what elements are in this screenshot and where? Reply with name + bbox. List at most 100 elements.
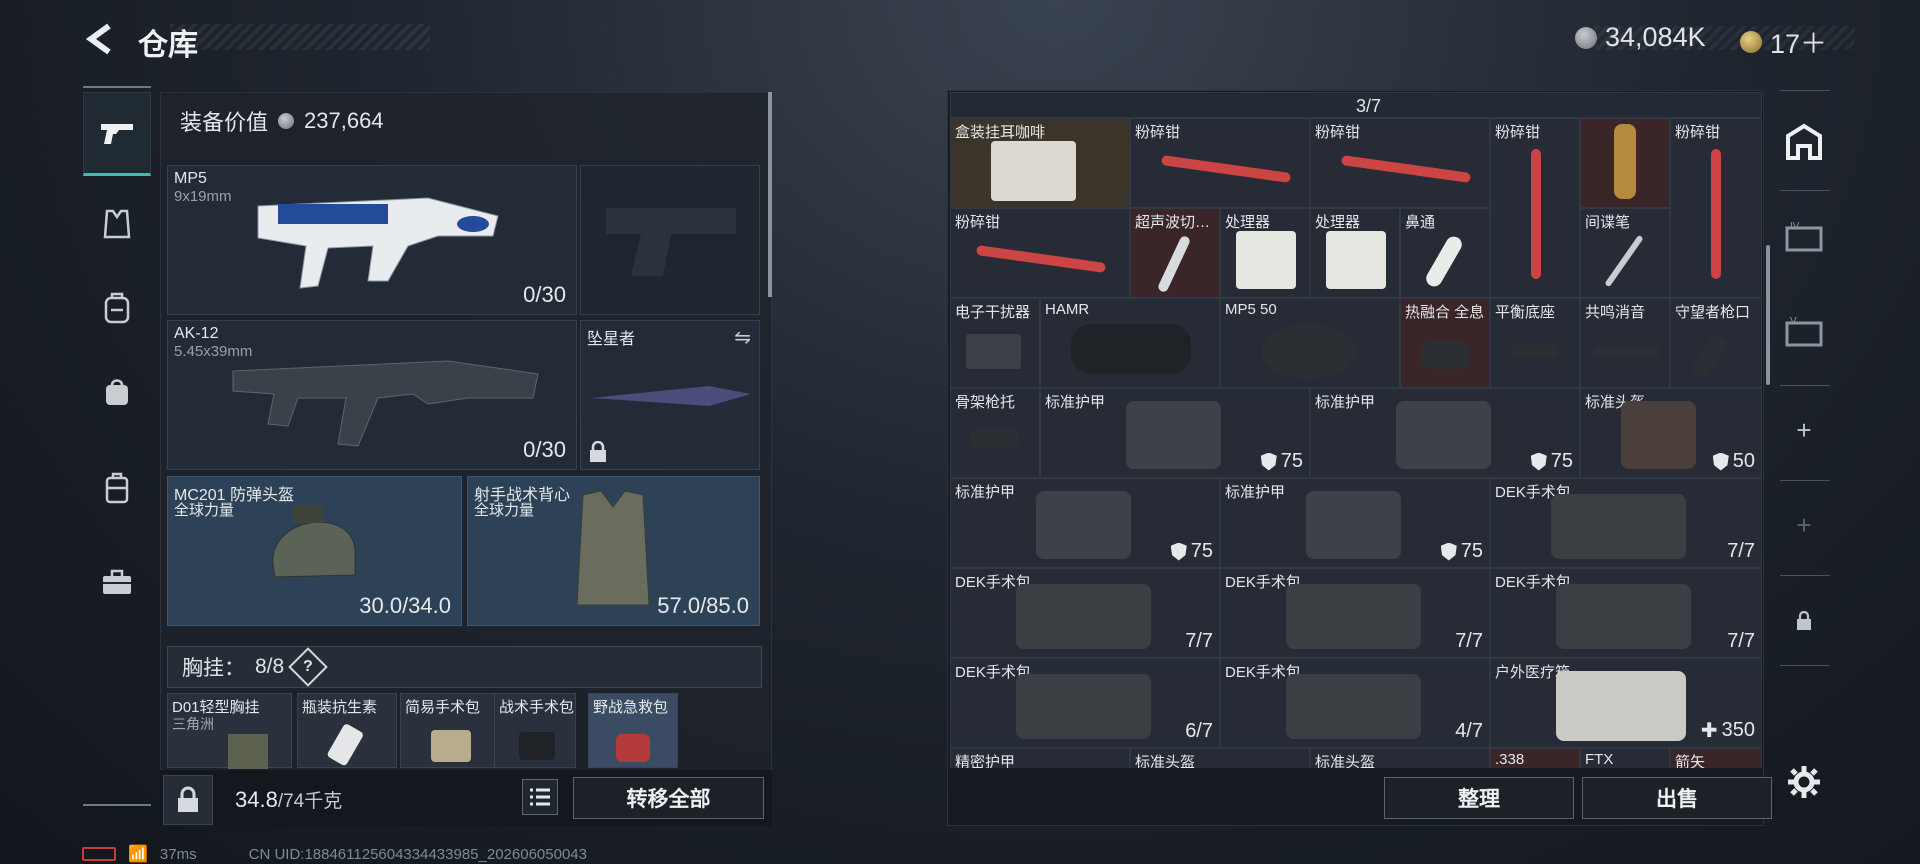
loadout-scrollbar[interactable] [768, 92, 772, 297]
item-hamr[interactable]: HAMR [1040, 298, 1220, 388]
item-standard-armor-1[interactable]: 标准护甲 75 [1040, 388, 1310, 478]
vest-faction: 全球力量 [474, 502, 535, 519]
list-view-button[interactable] [522, 779, 558, 815]
pistol-slot-empty[interactable] [580, 165, 760, 315]
rig-item-tactical-surgery-kit[interactable]: 战术手术包 [494, 693, 576, 768]
dek-kit-image [1551, 494, 1686, 559]
back-button[interactable] [80, 18, 120, 60]
item-name: 骨架枪托 [955, 394, 1016, 411]
item-dek-kit-4[interactable]: DEK手术包 7/7 [1490, 568, 1762, 658]
item-name: 热融合 全息 [1405, 304, 1485, 321]
settings-gear-icon[interactable] [1782, 760, 1826, 804]
item-crusher-5[interactable]: 粉碎钳 [950, 208, 1130, 298]
item-jammer[interactable]: 电子干扰器 [950, 298, 1040, 388]
item-crusher-2[interactable]: 粉碎钳 [1310, 118, 1490, 208]
status-bar: 📶 37ms CN UID:18846112560433443398​5_202… [82, 844, 587, 864]
item-standard-helmet-2[interactable]: 标准头盔 [1130, 748, 1310, 768]
item-crusher-4[interactable]: 粉碎钳 [1670, 118, 1762, 298]
item-balance-base[interactable]: 平衡底座 [1490, 298, 1580, 388]
item-outdoor-medkit[interactable]: 户外医疗箱 ✚ 350 [1490, 658, 1762, 748]
helmet-slot[interactable]: MC201 防弹头盔 全球力量 30.0/34.0 [167, 476, 462, 626]
item-name: 标准头盔 [1315, 754, 1376, 768]
item-dek-kit-6[interactable]: DEK手术包 4/7 [1220, 658, 1490, 748]
tab-backpack[interactable] [83, 266, 151, 350]
item-name: 粉碎钳 [1495, 124, 1541, 141]
item-holo-sight[interactable]: 热融合 全息 [1400, 298, 1490, 388]
item-processor-1[interactable]: 处理器 [1220, 208, 1310, 298]
transfer-all-button[interactable]: 转移全部 [573, 777, 764, 819]
tab-toolbox[interactable] [83, 540, 151, 624]
storage-scrollbar[interactable] [1766, 245, 1770, 385]
help-icon[interactable]: ? [288, 647, 329, 687]
storage-page-iv-icon[interactable]: IV [1782, 215, 1826, 259]
crusher-image [1160, 155, 1292, 183]
item-skeleton-stock[interactable]: 骨架枪托 [950, 388, 1040, 478]
swap-icon[interactable]: ⇋ [734, 325, 751, 350]
lock-icon [590, 441, 606, 462]
item-name: 粉碎钳 [1135, 124, 1181, 141]
item-standard-armor-2[interactable]: 标准护甲 75 [1310, 388, 1580, 478]
item-standard-helmet-3[interactable]: 标准头盔 [1310, 748, 1490, 768]
sort-button[interactable]: 整理 [1384, 777, 1574, 819]
tab-bag[interactable] [83, 350, 151, 434]
item-dek-kit-3[interactable]: DEK手术包 7/7 [1220, 568, 1490, 658]
item-name: 标准护甲 [1225, 484, 1286, 501]
divider [1780, 90, 1830, 91]
gold-currency[interactable]: 17＋ [1740, 22, 1827, 61]
storage-home-icon[interactable] [1782, 120, 1826, 164]
add-storage-disabled-icon: + [1796, 509, 1812, 540]
helmet-image [272, 505, 356, 578]
rig-item-d01[interactable]: D01轻型胸挂 三角洲 [167, 693, 292, 769]
item-name: 标准头盔 [1135, 754, 1196, 768]
pouch-image [431, 730, 471, 762]
item-coffee[interactable]: 盒装挂耳咖啡 [950, 118, 1130, 208]
grid-top-row[interactable]: 3/7 [950, 92, 1762, 118]
rig-item-simple-surgery-kit[interactable]: 简易手术包 [400, 693, 500, 768]
sell-button[interactable]: 出售 [1582, 777, 1772, 819]
item-mp5-mag[interactable]: MP5 50 [1220, 298, 1400, 388]
tab-weapons[interactable] [83, 92, 151, 176]
item-muzzle[interactable]: 守望者枪口 [1670, 298, 1762, 388]
item-dek-kit-2[interactable]: DEK手术包 7/7 [950, 568, 1220, 658]
item-suppressor[interactable]: 共鸣消音 [1580, 298, 1670, 388]
lock-button[interactable] [163, 775, 213, 825]
item-count: 7/7 [1185, 630, 1213, 652]
item-name: FTX [1585, 751, 1614, 768]
item-crusher-3[interactable]: 粉碎钳 [1490, 118, 1580, 298]
item-dek-kit-5[interactable]: DEK手术包 6/7 [950, 658, 1220, 748]
storage-page-v-icon[interactable]: V [1782, 310, 1826, 354]
item-nasal-spray[interactable]: 鼻通 [1400, 208, 1490, 298]
item-dek-kit-1[interactable]: DEK手术包 7/7 [1490, 478, 1762, 568]
item-name: 标准护甲 [955, 484, 1016, 501]
item-count: 6/7 [1185, 720, 1213, 742]
item-arrow[interactable]: 箭矢 [1670, 748, 1762, 768]
add-storage-icon[interactable]: + [1782, 408, 1826, 452]
item-ftx[interactable]: FTX [1580, 748, 1670, 768]
item-standard-armor-3[interactable]: 标准护甲 75 [950, 478, 1220, 568]
rig-item-field-first-aid[interactable]: 野战急救包 [588, 693, 678, 768]
item-bottle[interactable] [1580, 118, 1670, 208]
tab-case[interactable] [83, 446, 151, 530]
item-crusher-1[interactable]: 粉碎钳 [1130, 118, 1310, 208]
crusher-image [1531, 149, 1541, 279]
item-standard-armor-4[interactable]: 标准护甲 75 [1220, 478, 1490, 568]
silver-coin-icon [278, 113, 295, 129]
primary-weapon-slot[interactable]: MP5 9x19mm 0/30 [167, 165, 577, 315]
rig-item-antibiotics[interactable]: 瓶装抗生素 [297, 693, 397, 768]
item-name: 标准护甲 [1045, 394, 1106, 411]
vest-slot[interactable]: 射手战术背心 全球力量 57.0/85.0 [467, 476, 760, 626]
item-spy-pen[interactable]: 间谍笔 [1580, 208, 1670, 298]
item-standard-helmet[interactable]: 标准头盔 50 [1580, 388, 1762, 478]
weight-current: 34.8 [235, 787, 278, 812]
equipment-value-label: 装备价值 [180, 110, 269, 135]
dek-kit-image [1286, 584, 1421, 649]
item-338-ammo[interactable]: .338 [1490, 748, 1580, 768]
tab-armor[interactable] [83, 182, 151, 266]
item-processor-2[interactable]: 处理器 [1310, 208, 1400, 298]
knife-image [591, 386, 751, 406]
item-ultrasonic-cutter[interactable]: 超声波切… [1130, 208, 1220, 298]
melee-slot[interactable]: 坠星者 ⇋ [580, 320, 760, 470]
svg-text:IV: IV [1790, 221, 1800, 232]
secondary-weapon-slot[interactable]: AK-12 5.45x39mm 0/30 [167, 320, 577, 470]
item-precision-armor[interactable]: 精密护甲 [950, 748, 1130, 768]
